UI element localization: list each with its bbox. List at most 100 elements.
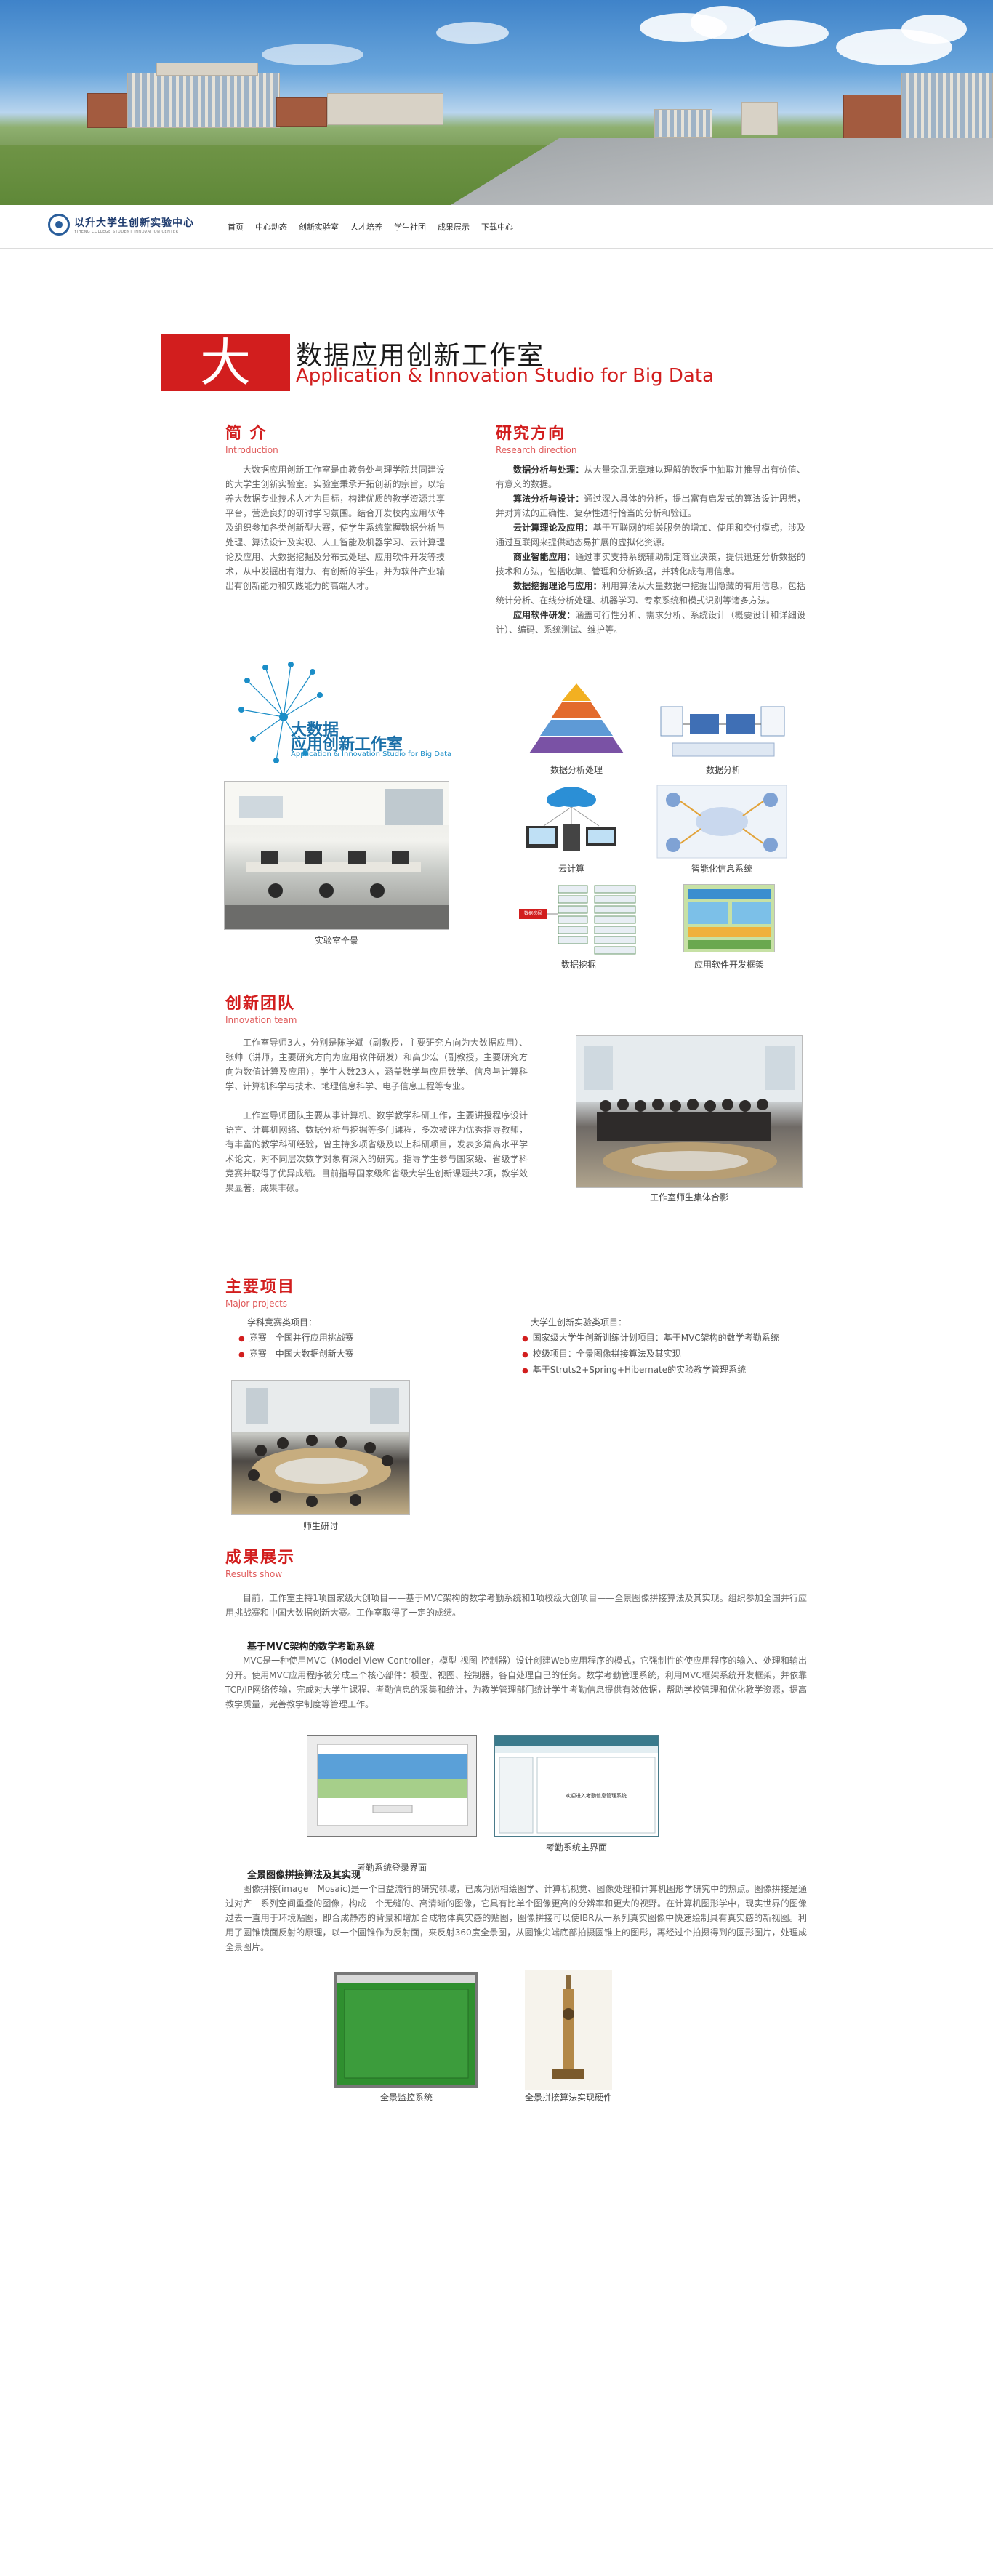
research-caption-3: 云计算: [558, 864, 584, 874]
nav-item-labs[interactable]: 创新实验室: [299, 221, 339, 233]
intro-heading: 简 介 Introduction: [225, 420, 278, 455]
team-photo-caption: 工作室师生集体合影: [649, 1192, 728, 1203]
list-item: 国家级大学生创新训练计划项目：基于MVC架构的数学考勤系统: [522, 1331, 779, 1347]
research-item: 云计算理论及应用：基于互联网的相关服务的增加、使用和交付模式，涉及通过互联网来提…: [496, 521, 805, 550]
nav-item-news[interactable]: 中心动态: [255, 221, 287, 233]
research-item-label: 数据分析与处理：: [513, 465, 584, 475]
team-heading: 创新团队 Innovation team: [225, 990, 297, 1025]
studio-title-en: Application & Innovation Studio for Big …: [296, 365, 714, 387]
app-framework-diagram: [683, 884, 775, 952]
team-text-2: 工作室导师团队主要从事计算机、数学教学科研工作，主要讲授程序设计语言、计算机网络…: [225, 1110, 528, 1193]
list-item: 竞赛 全国并行应用挑战赛: [238, 1331, 354, 1347]
nav-item-results[interactable]: 成果展示: [438, 221, 470, 233]
seminar-photo: [231, 1380, 410, 1515]
intro-text: 大数据应用创新工作室是由教务处与理学院共同建设的大学生创新实验室。实验室秉承开拓…: [225, 465, 445, 591]
mvc-text: MVC是一种使用MVC（Model-View-Controller，模型-视图-…: [225, 1656, 807, 1709]
research-item: 算法分析与设计：通过深入具体的分析，提出富有启发式的算法设计思想，并对算法的正确…: [496, 491, 805, 521]
projects-right-list: 国家级大学生创新训练计划项目：基于MVC架构的数学考勤系统 校级项目：全景图像拼…: [522, 1331, 779, 1379]
attendance-main-caption: 考勤系统主界面: [545, 1842, 607, 1853]
pyramid-diagram-icon: [529, 683, 624, 753]
cloud-computing-icon: [526, 787, 616, 851]
projects-heading-cn: 主要项目: [225, 1277, 296, 1296]
data-mining-diagram: 数据挖掘: [518, 883, 640, 955]
panorama-monitor-caption: 全景监控系统: [379, 2093, 433, 2103]
research-item-label: 商业智能应用：: [513, 552, 576, 562]
projects-heading-en: Major projects: [225, 1299, 288, 1309]
logo-subtitle: YIHENG COLLEGE STUDENT INNOVATION CENTER: [74, 230, 179, 234]
login-screen-illustration: [307, 1736, 476, 1836]
studio-logo: 大数据 应用创新工作室 Application & Innovation Stu…: [233, 659, 451, 768]
research-caption-5: 数据挖掘: [560, 960, 596, 970]
research-item-label: 应用软件研发：: [513, 610, 576, 620]
pyramid-diagram: [522, 681, 631, 762]
lab-panorama-caption: 实验室全景: [314, 936, 358, 946]
research-item: 数据分析与处理：从大量杂乱无章难以理解的数据中抽取并推导出有价值、有意义的数据。: [496, 462, 805, 491]
research-item-label: 算法分析与设计：: [513, 494, 584, 504]
hero-banner: [0, 0, 993, 205]
intro-heading-en: Introduction: [225, 445, 278, 455]
data-mining-tag: 数据挖掘: [523, 911, 542, 916]
projects-right-title: 大学生创新实验类项目：: [531, 1317, 627, 1328]
research-heading: 研究方向 Research direction: [496, 420, 576, 455]
nav-item-home[interactable]: 首页: [228, 221, 244, 233]
nav-item-clubs[interactable]: 学生社团: [394, 221, 426, 233]
list-item: 基于Struts2+Spring+Hibernate的实验教学管理系统: [522, 1363, 779, 1379]
panorama-hardware-illustration: [525, 1970, 612, 2090]
data-mining-icon: [519, 885, 636, 955]
studio-title: 大 数据应用创新工作室 Application & Innovation Stu…: [161, 334, 714, 393]
studio-title-badge: 大: [161, 334, 290, 391]
nav-item-talent[interactable]: 人才培养: [350, 221, 382, 233]
data-analysis-diagram: [658, 702, 789, 761]
intelligent-system-icon: [656, 785, 787, 859]
panorama-hardware-caption: 全景拼接算法实现硬件: [524, 2093, 612, 2103]
intelligent-system-diagram: [656, 784, 788, 859]
team-group-photo: [576, 1035, 803, 1188]
research-caption-4: 智能化信息系统: [691, 864, 752, 874]
team-text-1: 工作室导师3人，分别是陈学斌（副教授，主要研究方向为大数据应用）、张帅（讲师，主…: [225, 1038, 528, 1091]
login-screenshot: [307, 1735, 477, 1837]
panorama-hardware-photo: [525, 1970, 612, 2090]
team-heading-cn: 创新团队: [225, 994, 296, 1013]
data-analysis-icon: [660, 706, 785, 757]
list-item: 竞赛 中国大数据创新大赛: [238, 1347, 354, 1363]
pano-title: 全景图像拼接算法及其实现: [247, 1870, 361, 1881]
logo-title: 以升大学生创新实验中心: [74, 217, 194, 229]
research-caption-1: 数据分析处理: [550, 765, 603, 775]
research-list: 数据分析与处理：从大量杂乱无章难以理解的数据中抽取并推导出有价值、有意义的数据。…: [496, 462, 805, 637]
results-heading-cn: 成果展示: [225, 1548, 296, 1567]
projects-left-title: 学科竞赛类项目：: [247, 1317, 318, 1328]
site-logo[interactable]: 以升大学生创新实验中心 YIHENG COLLEGE STUDENT INNOV…: [48, 214, 194, 236]
research-heading-cn: 研究方向: [496, 424, 566, 443]
lab-panorama-photo: [224, 781, 449, 930]
team-group-illustration: [576, 1036, 802, 1180]
panorama-monitor-illustration: [337, 1975, 475, 2085]
intro-heading-cn: 简 介: [225, 424, 268, 443]
lab-desks-illustration: [225, 782, 449, 929]
logo-emblem-icon: [48, 214, 70, 236]
results-heading-en: Results show: [225, 1569, 283, 1579]
research-item-label: 云计算理论及应用：: [513, 523, 593, 533]
panorama-monitor-screenshot: [334, 1972, 478, 2088]
research-caption-6: 应用软件开发框架: [694, 960, 764, 970]
projects-heading: 主要项目 Major projects: [225, 1274, 295, 1309]
team-heading-en: Innovation team: [225, 1015, 297, 1025]
list-item: 校级项目：全景图像拼接算法及其实现: [522, 1347, 779, 1363]
research-item-label: 数据挖掘理论与应用：: [513, 581, 602, 591]
attendance-welcome-text: 欢迎进入考勤信息管理系统: [566, 1793, 627, 1799]
pano-text: 图像拼接(image Mosaic)是一个日益流行的研究领域，已成为照相绘图学、…: [225, 1884, 807, 1952]
nav-item-downloads[interactable]: 下载中心: [481, 221, 513, 233]
research-item: 应用软件研发：涵盖可行性分析、需求分析、系统设计（概要设计和详细设计）、编码、系…: [496, 608, 805, 637]
mvc-title: 基于MVC架构的数学考勤系统: [247, 1642, 375, 1653]
results-heading: 成果展示 Results show: [225, 1544, 295, 1579]
main-menu: 首页 中心动态 创新实验室 人才培养 学生社团 成果展示 下载中心: [228, 221, 525, 233]
projects-left-list: 竞赛 全国并行应用挑战赛 竞赛 中国大数据创新大赛: [238, 1331, 354, 1363]
research-caption-2: 数据分析: [705, 765, 741, 775]
results-intro: 目前，工作室主持1项国家级大创项目——基于MVC架构的数学考勤系统和1项校级大创…: [225, 1593, 807, 1618]
top-nav: 以升大学生创新实验中心 YIHENG COLLEGE STUDENT INNOV…: [0, 205, 993, 249]
research-item: 商业智能应用：通过事实支持系统辅助制定商业决策，提供迅速分析数据的技术和方法，包…: [496, 550, 805, 579]
attendance-main-illustration: [495, 1736, 658, 1834]
cloud-computing-diagram: [522, 782, 621, 859]
studio-logo-en: Application & Innovation Studio for Big …: [291, 750, 452, 758]
attendance-main-screenshot: 欢迎进入考勤信息管理系统: [494, 1735, 659, 1837]
research-item: 数据挖掘理论与应用：利用算法从大量数据中挖掘出隐藏的有用信息，包括统计分析、在线…: [496, 579, 805, 608]
